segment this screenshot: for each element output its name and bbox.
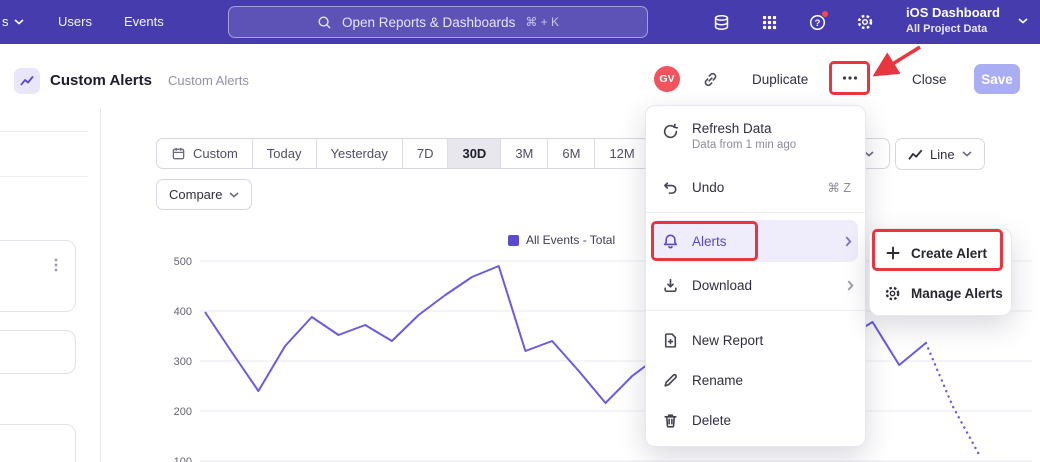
top-navbar: s Users Events Open Reports & Dashboards… [0,0,1040,44]
refresh-icon [662,123,679,140]
project-name: iOS Dashboard [906,5,1030,20]
menu-item-undo[interactable]: Undo ⌘ Z [646,168,865,206]
chevron-right-icon [847,280,854,291]
sidebar-card[interactable] [0,240,76,312]
svg-text:300: 300 [174,356,192,368]
submenu-item-create-alert[interactable]: Create Alert [870,235,1011,271]
avatar[interactable]: GV [654,66,680,92]
link-icon[interactable] [702,71,719,88]
submenu-item-manage-alerts[interactable]: Manage Alerts [870,275,1011,311]
range-3m[interactable]: 3M [501,139,548,168]
menu-item-rename[interactable]: Rename [646,361,865,399]
gear-icon[interactable] [856,13,874,31]
plus-icon [884,245,901,262]
global-search[interactable]: Open Reports & Dashboards ⌘ + K [228,6,648,38]
trash-icon [662,412,679,429]
sidebar-card[interactable] [0,330,76,374]
notification-dot [821,10,829,18]
download-icon [662,277,679,294]
nav-item-partial[interactable]: s [2,14,24,29]
nav-item-users[interactable]: Users [58,14,92,29]
range-today[interactable]: Today [253,139,317,168]
alerts-submenu: Create Alert Manage Alerts [869,228,1012,316]
chevron-down-icon [962,151,972,157]
submenu-label: Create Alert [911,246,987,261]
svg-text:?: ? [814,17,820,28]
chevron-down-icon [1018,18,1028,24]
svg-text:100: 100 [174,456,192,462]
search-shortcut: ⌘ + K [525,15,559,29]
menu-sublabel: Data from 1 min ago [692,139,796,151]
svg-text:200: 200 [174,406,192,418]
nav-item-events[interactable]: Events [124,14,164,29]
gear-icon [884,285,901,302]
menu-label: Download [692,278,752,293]
report-icon [14,68,40,94]
breadcrumb: Custom Alerts [168,73,249,88]
menu-item-download[interactable]: Download [646,266,865,304]
chart-type-button[interactable]: Line [895,138,985,170]
date-range-control: Custom Today Yesterday 7D 30D 3M 6M 12M [156,138,650,169]
range-7d[interactable]: 7D [403,139,449,168]
menu-item-refresh-data[interactable]: Refresh Data Data from 1 min ago [646,114,865,162]
menu-label: New Report [692,333,763,348]
nav-partial-label: s [2,14,9,29]
menu-divider [646,212,865,213]
more-options-menu: Refresh Data Data from 1 min ago Undo ⌘ … [645,105,866,447]
menu-item-delete[interactable]: Delete [646,401,865,439]
close-button[interactable]: Close [912,72,947,87]
apps-grid-icon[interactable] [760,13,778,31]
save-button[interactable]: Save [974,64,1020,94]
duplicate-button[interactable]: Duplicate [752,72,808,87]
range-yesterday[interactable]: Yesterday [317,139,403,168]
range-custom[interactable]: Custom [157,139,253,168]
svg-text:400: 400 [174,306,192,318]
undo-icon [662,179,679,196]
menu-shortcut: ⌘ Z [827,180,851,195]
submenu-label: Manage Alerts [911,286,1003,301]
bell-icon [662,233,679,250]
ellipsis-icon [841,70,859,86]
sidebar-row-divider [0,176,88,177]
menu-item-alerts[interactable]: Alerts [653,220,858,262]
kebab-icon[interactable] [49,257,63,273]
menu-label: Delete [692,413,731,428]
help-icon[interactable]: ? [808,13,826,31]
search-icon [317,15,332,30]
page-title: Custom Alerts [50,72,152,89]
more-options-button[interactable] [833,64,866,92]
chevron-right-icon [845,236,852,247]
search-placeholder: Open Reports & Dashboards [342,15,515,30]
compare-label: Compare [169,187,222,202]
project-switcher[interactable]: iOS Dashboard All Project Data [906,5,1030,35]
menu-label: Alerts [692,234,727,249]
range-label: Custom [193,146,238,161]
nav-icon-group: ? [712,13,874,31]
menu-label: Undo [692,180,724,195]
menu-label: Refresh Data [692,121,796,136]
new-report-icon [662,332,679,349]
sidebar-row-divider [0,131,88,132]
project-scope: All Project Data [906,23,1030,35]
data-icon[interactable] [712,13,730,31]
range-12m[interactable]: 12M [595,139,648,168]
compare-button[interactable]: Compare [156,179,252,210]
svg-text:500: 500 [174,256,192,268]
chevron-down-icon [229,192,239,198]
menu-label: Rename [692,373,743,388]
range-6m[interactable]: 6M [548,139,595,168]
line-chart-icon [908,148,923,161]
chevron-down-icon [14,19,24,25]
pencil-icon [662,372,679,389]
menu-divider [646,310,865,311]
sidebar-card[interactable] [0,424,76,462]
calendar-icon [171,146,186,161]
chart-type-label: Line [930,147,955,162]
menu-item-new-report[interactable]: New Report [646,321,865,359]
app-window: s Users Events Open Reports & Dashboards… [0,0,1040,462]
range-30d[interactable]: 30D [448,139,501,168]
report-header: Custom Alerts Custom Alerts GV Duplicate… [0,44,1040,108]
